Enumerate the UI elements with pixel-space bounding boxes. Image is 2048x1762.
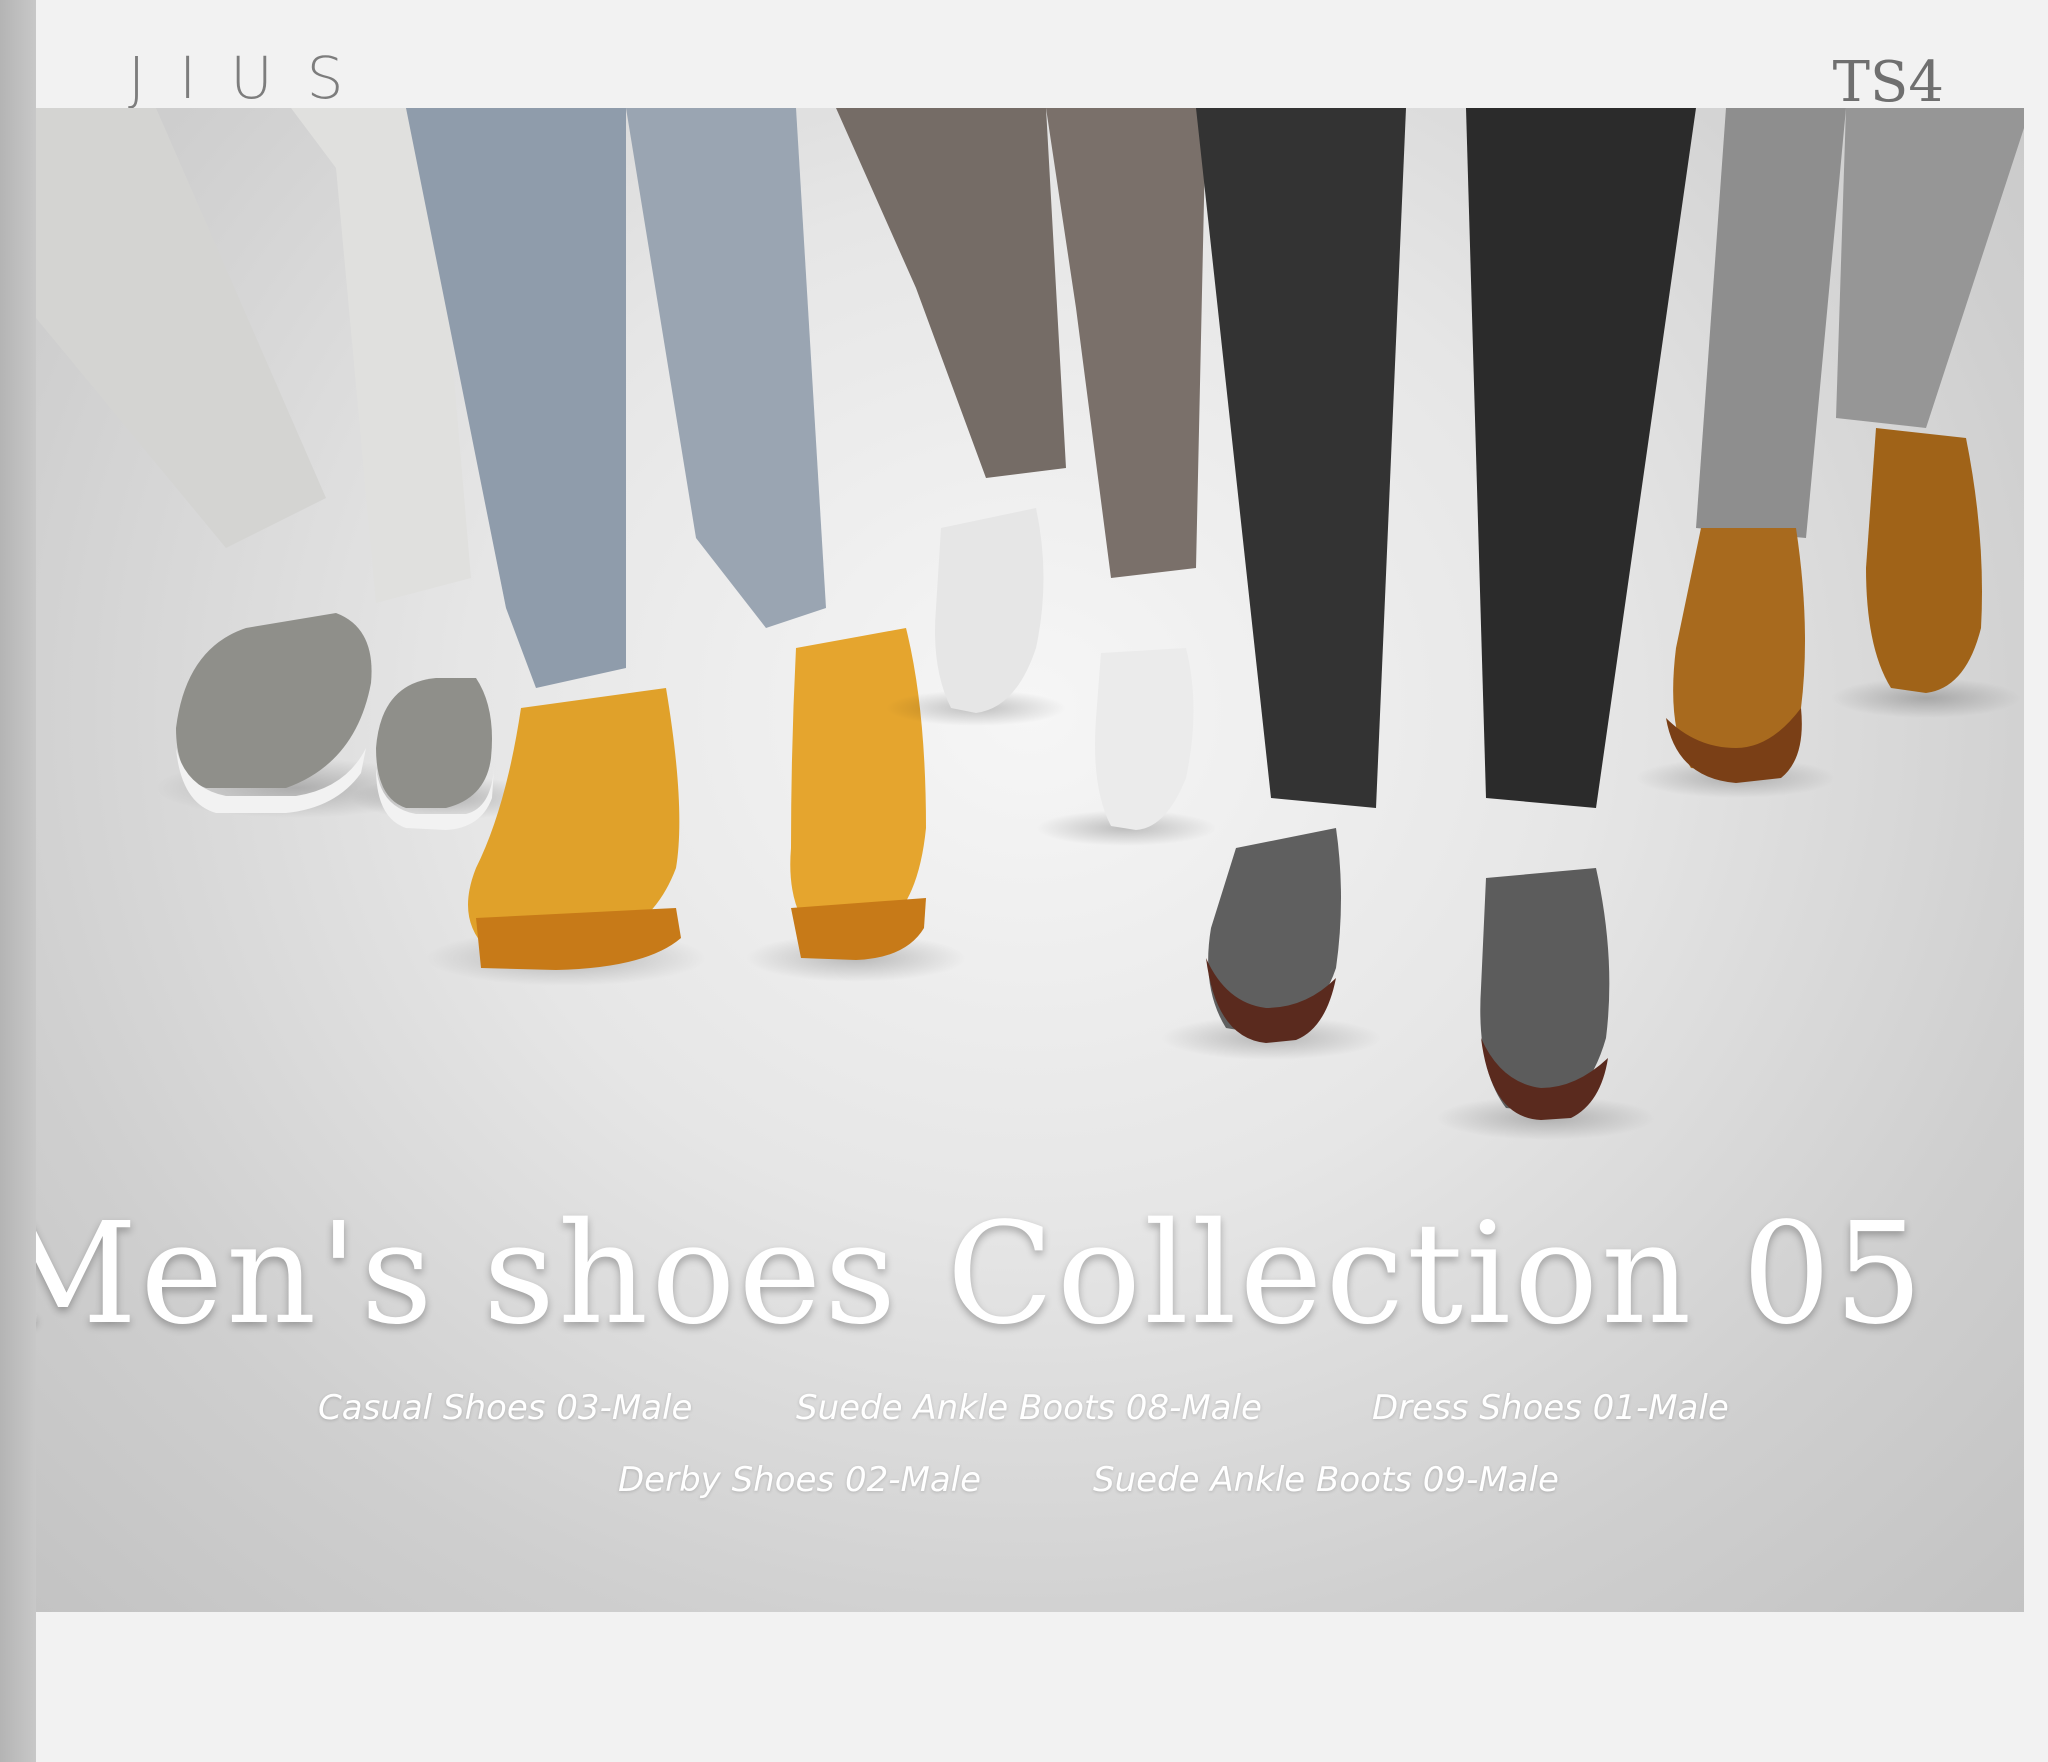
- item-dress-shoes-01: Dress Shoes 01-Male: [1372, 1388, 1729, 1428]
- brand-logo: JIUS: [128, 44, 378, 112]
- item-casual-shoes-03: Casual Shoes 03-Male: [318, 1388, 693, 1428]
- derby-shoes-pair: [1161, 108, 1696, 1140]
- collection-title: Men's shoes Collection 05: [36, 1193, 1927, 1356]
- item-suede-ankle-boots-09: Suede Ankle Boots 09-Male: [1093, 1460, 1559, 1500]
- collection-banner: Men's shoes Collection 05 Casual Shoes 0…: [36, 108, 2024, 1612]
- left-edge-strip: [0, 0, 36, 1762]
- bottom-band: [36, 1612, 2048, 1762]
- item-derby-shoes-02: Derby Shoes 02-Male: [618, 1460, 982, 1500]
- item-suede-ankle-boots-08: Suede Ankle Boots 08-Male: [796, 1388, 1262, 1428]
- suede-ankle-boots-09-pair: [1636, 108, 2024, 798]
- suede-ankle-boots-08-pair: [406, 108, 966, 986]
- game-tag: TS4: [1832, 50, 1944, 115]
- shoes-illustration: [36, 108, 2024, 1140]
